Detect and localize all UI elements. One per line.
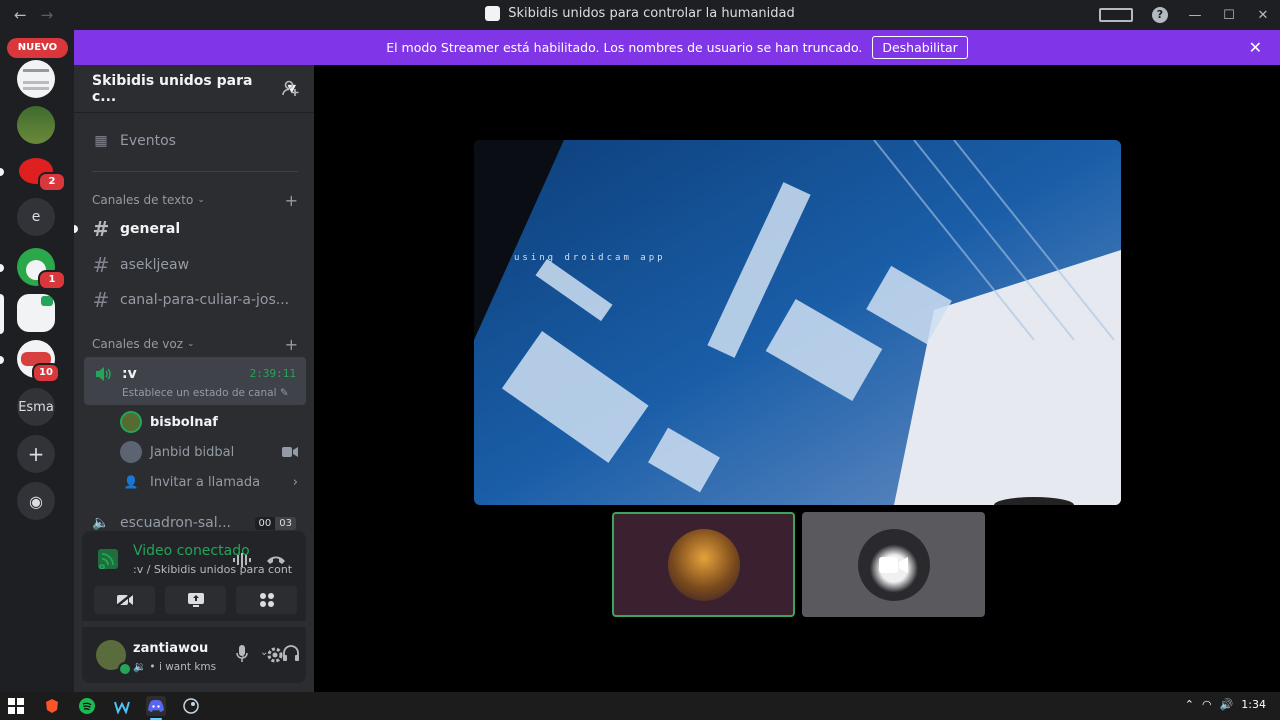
disable-streamer-button[interactable]: Deshabilitar [872,36,968,59]
camera-feed-image: using droidcam app [474,140,1121,505]
channel-general[interactable]: # general [82,213,306,245]
user-limit: 00 03 [254,516,296,530]
chevron-right-icon: › [292,474,298,490]
chevron-down-icon: ⌄ [187,339,195,349]
spotify-icon[interactable] [77,696,97,716]
calendar-icon: ▦ [94,133,108,149]
call-timer: 2:39:11 [249,367,296,380]
speaker-icon: 🔈 [92,515,110,531]
server-icon-active[interactable] [17,294,55,332]
text-category[interactable]: Canales de texto ⌄ + [92,191,298,210]
camera-off-button[interactable] [94,586,155,614]
avatar [667,528,740,601]
title-bar: ← → Skibidis unidos para controlar la hu… [0,0,1280,30]
wifi-icon[interactable]: ◠ [1202,698,1212,711]
screen-share-icon [187,593,204,607]
unread-indicator [74,225,78,233]
add-member-icon[interactable] [282,79,300,97]
screen-share-button[interactable] [165,586,226,614]
signal-icon[interactable] [98,549,118,569]
server-icon-document[interactable] [17,60,55,98]
brave-icon[interactable] [42,696,62,716]
speaker-icon [96,367,111,381]
app-icon[interactable] [112,696,132,716]
unread-pill [0,356,4,364]
chevron-up-icon[interactable]: ⌃ [1185,698,1194,711]
server-icon-e[interactable]: e [17,198,55,236]
channel-canal[interactable]: # canal-para-culiar-a-jos... [82,284,306,316]
hash-icon: # [92,253,110,277]
discord-icon[interactable] [146,696,166,720]
window-title: Skibidis unidos para controlar la humani… [0,6,1280,21]
activities-button[interactable] [236,586,297,614]
banner-message: El modo Streamer está habilitado. Los no… [386,40,863,55]
server-header[interactable]: Skibidis unidos para c... ▼ [74,65,314,113]
server-icon-landscape[interactable] [17,106,55,144]
mention-badge: 2 [38,172,66,192]
voice-connection-panel: Video conectado :v / Skibidis unidos par… [82,531,368,621]
steam-icon[interactable] [181,696,201,716]
server-icon-esma[interactable]: Esma [17,388,55,426]
disconnect-icon[interactable] [266,553,286,567]
selected-pill [0,294,4,334]
add-user-icon: 👤 [123,475,139,489]
chevron-down-icon[interactable]: ⌄ [240,650,248,661]
video-camera-icon [282,447,298,457]
volume-icon[interactable]: 🔊 [1220,698,1234,711]
camera-stream[interactable]: using droidcam app [474,140,1121,505]
video-camera-icon [879,557,908,573]
camera-off-icon [115,593,133,607]
unread-pill [0,264,4,272]
voice-member[interactable]: Janbid bidbal [120,439,306,465]
minimize-button[interactable]: — [1178,8,1212,23]
participant-tile[interactable] [802,512,985,617]
divider [92,171,298,172]
voice-category[interactable]: Canales de voz ⌄ + [92,335,298,354]
settings-gear-icon[interactable] [266,646,284,664]
close-icon[interactable]: ✕ [1249,38,1262,57]
channel-sidebar: Skibidis unidos para c... ▼ ▦ Eventos Ca… [74,65,368,692]
explore-icon[interactable]: ◉ [17,482,55,520]
participant-tile-self[interactable] [612,512,795,617]
hash-icon: # [92,217,110,241]
video-stage: using droidcam app [314,65,1280,692]
voice-member[interactable]: bisbolnaf [120,409,306,435]
avatar [120,441,142,463]
invite-to-call[interactable]: 👤 Invitar a llamada › [120,469,306,495]
system-tray: ⌃ ◠ 🔊 1:34 [1185,698,1266,711]
username[interactable]: zantiawou [133,641,208,656]
close-window-button[interactable]: ✕ [1246,8,1280,23]
new-badge: NUEVO [7,38,68,58]
clock[interactable]: 1:34 [1241,698,1266,711]
start-icon[interactable] [6,696,26,716]
noise-suppression-icon[interactable] [232,552,252,568]
create-channel-icon[interactable]: + [285,191,298,210]
online-status-icon [118,662,132,676]
channel-asekljeaw[interactable]: # asekljeaw [82,249,306,281]
taskbar: ⌃ ◠ 🔊 1:34 [0,692,1280,720]
activities-icon [259,593,274,607]
streamer-mode-banner: El modo Streamer está habilitado. Los no… [74,30,1280,65]
create-channel-icon[interactable]: + [285,335,298,354]
mention-badge: 1 [38,270,66,290]
inbox-icon[interactable] [1099,8,1133,22]
hash-icon: # [92,288,110,312]
events-item[interactable]: ▦ Eventos [82,125,306,157]
server-list: NUEVO 2 e 1 10 Esma + ◉ [0,30,74,692]
window-controls: ? — ☐ ✕ [1090,0,1280,30]
custom-status: 🔉 • i want kms [133,661,217,673]
server-icon [485,6,501,21]
maximize-button[interactable]: ☐ [1212,8,1246,23]
help-icon[interactable]: ? [1152,7,1168,23]
channel-status[interactable]: Establece un estado de canal ✎ [122,387,289,399]
watermark-text: using droidcam app [514,253,666,263]
avatar [120,411,142,433]
voice-channel-active[interactable]: :v 2:39:11 Establece un estado de canal … [84,357,306,405]
chevron-down-icon: ⌄ [197,195,205,205]
unread-pill [0,168,4,176]
server-name: Skibidis unidos para c... [92,72,253,105]
mention-badge: 10 [32,363,60,383]
headphones-icon[interactable] [282,645,300,661]
add-server-icon[interactable]: + [17,435,55,473]
